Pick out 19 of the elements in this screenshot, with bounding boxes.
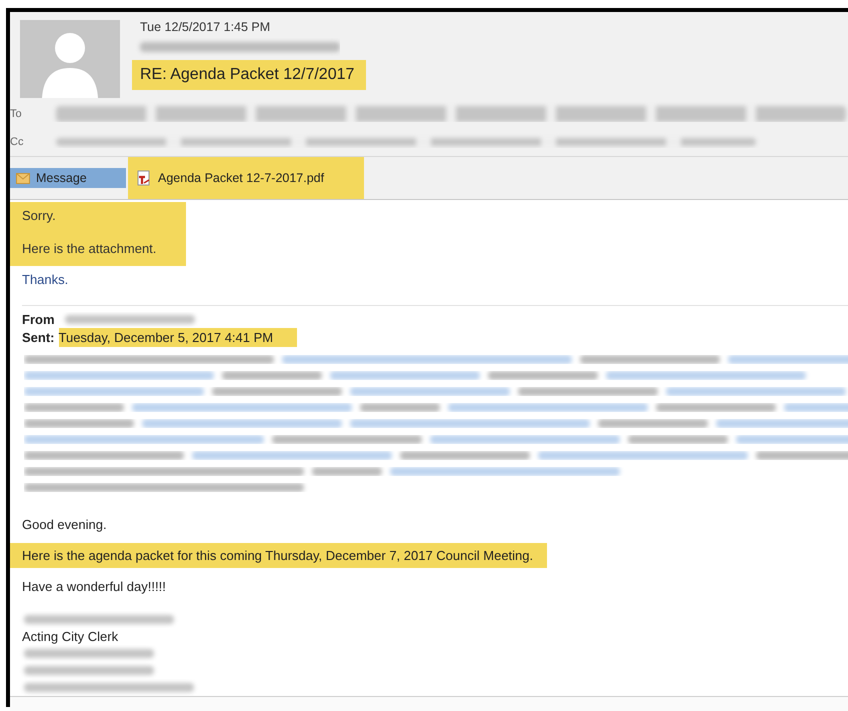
signature-title: Acting City Clerk (21, 628, 120, 645)
body-paragraph: Have a wonderful day!!!!! (21, 578, 167, 596)
pdf-file-icon (136, 170, 152, 186)
from-label: From (22, 312, 54, 327)
body-paragraph: Good evening. (21, 516, 108, 534)
cc-label: Cc (10, 136, 24, 148)
attachment-tab[interactable]: Agenda Packet 12-7-2017.pdf (128, 157, 364, 199)
message-subject: RE: Agenda Packet 12/7/2017 (132, 60, 366, 90)
message-tab[interactable]: Message (10, 168, 126, 188)
envelope-icon (16, 172, 30, 184)
reply-line: Sorry. (22, 208, 57, 223)
to-label: To (10, 108, 23, 120)
message-date: Tue 12/5/2017 1:45 PM (140, 20, 270, 34)
sent-label: Sent: (22, 330, 54, 345)
avatar-placeholder-icon (20, 20, 120, 98)
reply-line: Thanks. (22, 272, 68, 287)
reply-line: Here is the attachment. (22, 241, 156, 256)
body-paragraph: Here is the agenda packet for this coming Thursday, December 7, 2017 Council Meeting. (10, 543, 548, 568)
redacted-text (312, 467, 382, 476)
